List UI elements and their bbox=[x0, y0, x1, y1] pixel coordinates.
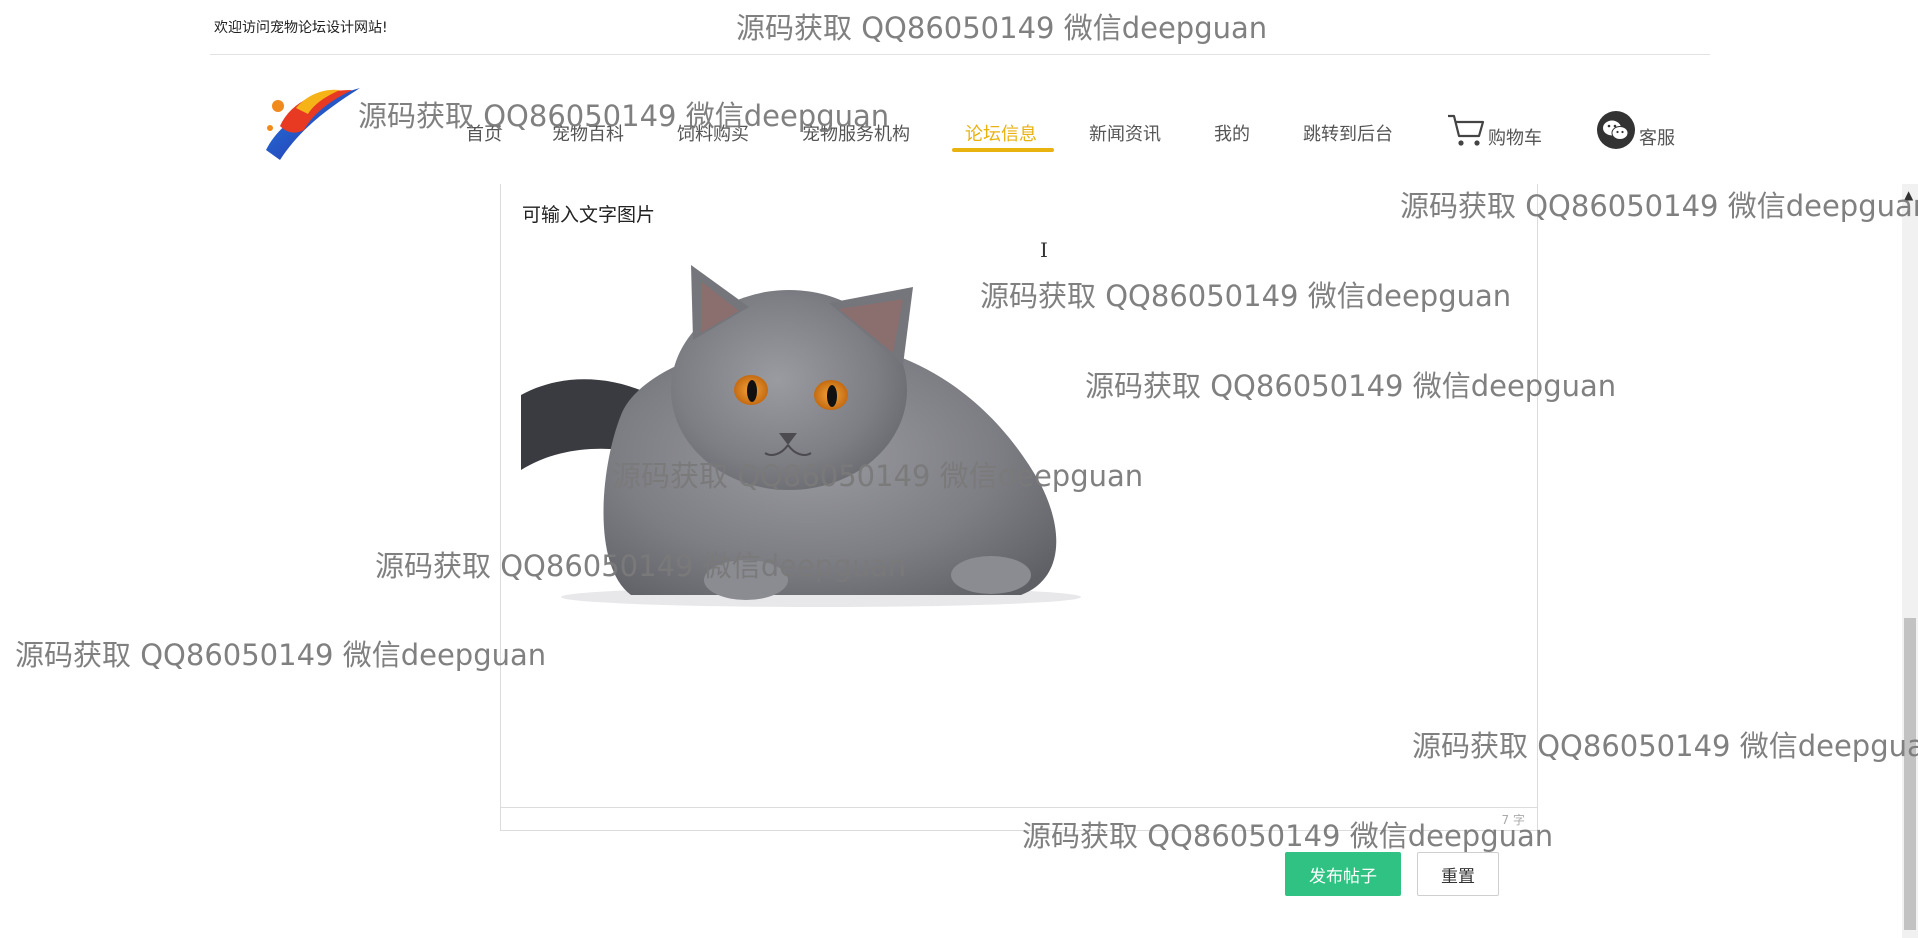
nav-item-news[interactable]: 新闻资讯 bbox=[1089, 120, 1161, 146]
cart-link[interactable]: 购物车 bbox=[1488, 124, 1542, 150]
top-bar: 欢迎访问宠物论坛设计网站! bbox=[210, 0, 1710, 55]
cart-icon[interactable] bbox=[1446, 112, 1486, 148]
editor-footer: 7 字 bbox=[501, 807, 1537, 830]
text-cursor-icon: I bbox=[1040, 238, 1048, 262]
nav-item-forum[interactable]: 论坛信息 bbox=[965, 120, 1037, 146]
scroll-up-arrow-icon[interactable]: ▲ bbox=[1904, 188, 1913, 202]
welcome-text: 欢迎访问宠物论坛设计网站! bbox=[214, 20, 388, 36]
scrollbar-thumb[interactable] bbox=[1904, 618, 1916, 930]
nav-item-pet-wiki[interactable]: 宠物百科 bbox=[552, 120, 624, 146]
nav-item-mine[interactable]: 我的 bbox=[1214, 120, 1250, 146]
editor-text[interactable]: 可输入文字图片 bbox=[522, 200, 655, 227]
post-image-cat[interactable] bbox=[521, 245, 1083, 609]
nav-item-admin[interactable]: 跳转到后台 bbox=[1303, 120, 1393, 146]
publish-post-button[interactable]: 发布帖子 bbox=[1285, 852, 1401, 896]
nav-item-feed-shop[interactable]: 饲料购买 bbox=[677, 120, 749, 146]
wechat-icon[interactable] bbox=[1596, 110, 1636, 150]
page: 欢迎访问宠物论坛设计网站! 首页 宠物百科 饲料购买 宠物服务机构 论坛信息 新… bbox=[0, 0, 1918, 938]
nav-item-home[interactable]: 首页 bbox=[466, 120, 502, 146]
reset-button[interactable]: 重置 bbox=[1417, 852, 1499, 896]
char-count: 7 字 bbox=[1501, 813, 1525, 827]
nav-item-pet-services[interactable]: 宠物服务机构 bbox=[802, 120, 910, 146]
watermark: 源码获取 QQ86050149 微信deepguan bbox=[15, 638, 547, 672]
customer-service-link[interactable]: 客服 bbox=[1639, 124, 1675, 150]
nav-active-indicator bbox=[952, 148, 1054, 152]
